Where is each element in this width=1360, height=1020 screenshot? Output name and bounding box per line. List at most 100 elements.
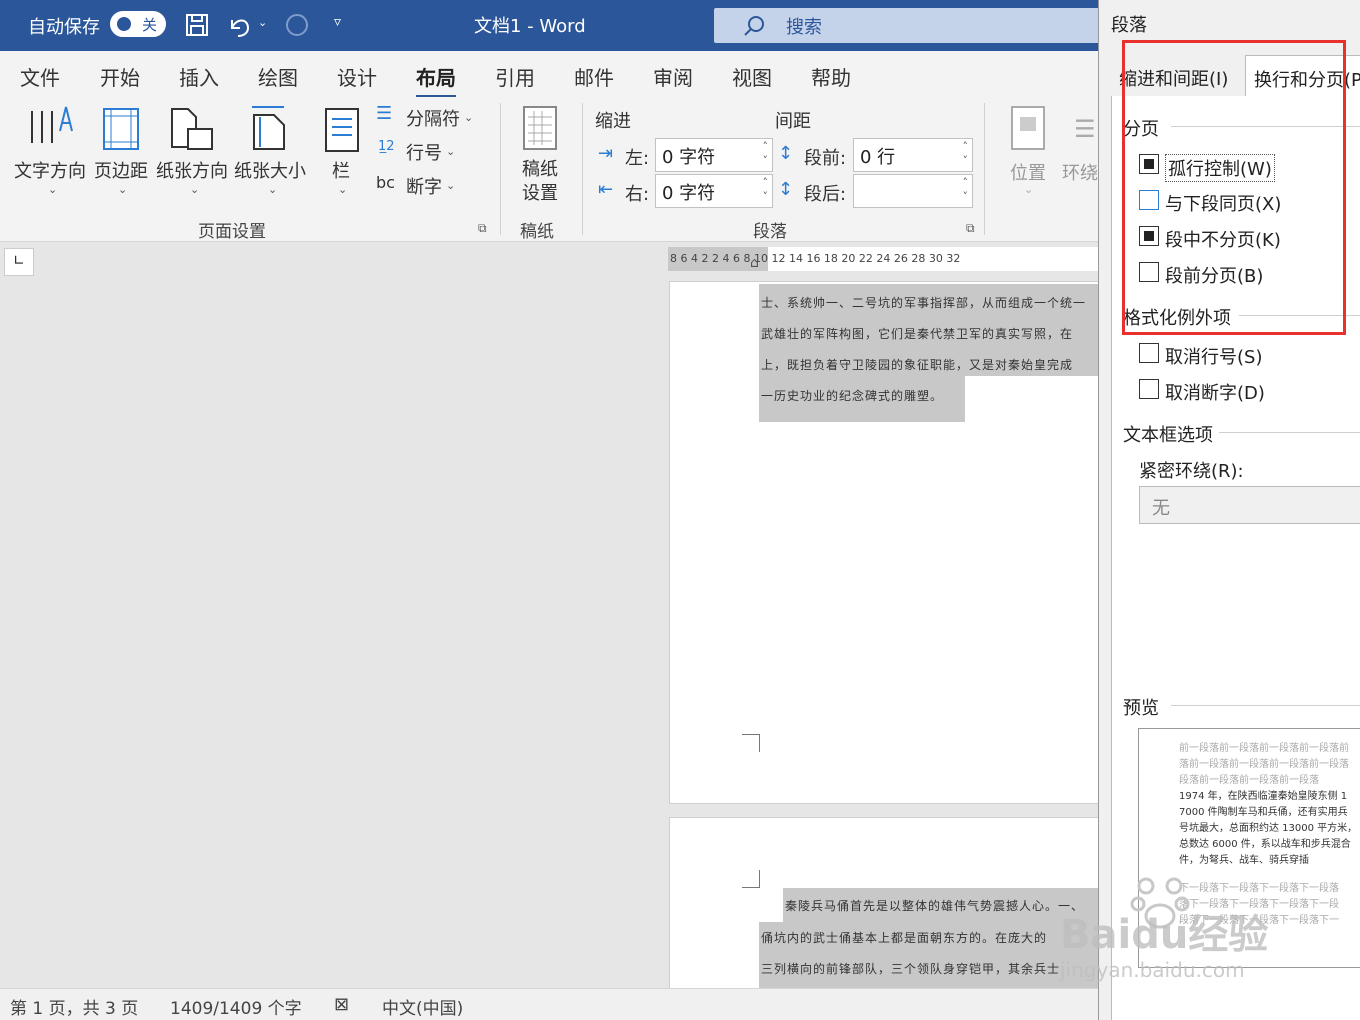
menu-design[interactable]: 设计 bbox=[337, 62, 377, 91]
word-count[interactable]: 1409/1409 个字 bbox=[170, 994, 302, 1019]
spacing-after-label: 段后: bbox=[804, 184, 847, 205]
paragraph-line: 一历史功业的纪念碑式的雕塑。 bbox=[761, 389, 944, 403]
chevron-down-icon: ⌄ bbox=[268, 183, 278, 196]
dialog-launcher-icon[interactable]: ⧉ bbox=[478, 221, 487, 236]
paragraph-group-label: 段落 bbox=[753, 222, 787, 242]
columns-button[interactable]: 栏 ⌄ bbox=[318, 103, 366, 203]
indent-left-icon: ⇥ bbox=[598, 143, 614, 164]
columns-icon bbox=[325, 108, 359, 152]
indent-left-label: 左: bbox=[625, 148, 650, 169]
margins-button[interactable]: 页边距 ⌄ bbox=[94, 103, 154, 203]
menu-layout[interactable]: 布局 bbox=[416, 62, 456, 98]
hyphenation-icon: bc bbox=[376, 173, 395, 192]
spin-arrows-icon[interactable]: ˄ ˅ bbox=[763, 176, 769, 204]
menu-references[interactable]: 引用 bbox=[495, 62, 535, 91]
draft-group-label: 稿纸 bbox=[520, 222, 554, 242]
margins-label: 页边距 bbox=[94, 161, 148, 182]
draft-paper-button[interactable]: 稿纸 设置 bbox=[512, 103, 568, 204]
spacing-after-input[interactable]: ˄ ˅ bbox=[853, 174, 973, 208]
indent-marker-icon[interactable]: ⌂ bbox=[750, 255, 759, 271]
language[interactable]: 中文(中国) bbox=[382, 994, 463, 1019]
dont-hyphenate-label[interactable]: 取消断字(D) bbox=[1165, 379, 1265, 405]
paragraph-line: 上，既担负着守卫陵园的象征职能，又是对秦始皇完成 bbox=[761, 358, 1074, 372]
indent-left-input[interactable]: 0 字符 ˄ ˅ bbox=[655, 138, 773, 172]
proofing-icon[interactable]: ⊠ bbox=[334, 994, 349, 1015]
indent-right-value: 0 字符 bbox=[662, 183, 716, 204]
breaks-label: 分隔符 bbox=[406, 109, 460, 130]
paragraph-line: 士、系统帅一、二号坑的军事指挥部，从而组成一个统一 bbox=[761, 296, 1087, 310]
document-title: 文档1 - Word bbox=[474, 16, 586, 37]
watermark-url: jingyan.baidu.com bbox=[1060, 958, 1245, 982]
watermark-brand: Baidu经验 bbox=[1060, 912, 1269, 958]
text-direction-label: 文字方向 bbox=[14, 161, 86, 182]
size-label: 纸张大小 bbox=[234, 161, 306, 182]
margin-corner-mark bbox=[742, 734, 760, 752]
spacing-after-icon: ↕ bbox=[778, 179, 794, 200]
wrap-text-button[interactable]: ☰ 环绕 bbox=[1060, 103, 1100, 203]
tight-wrap-value: 无 bbox=[1152, 498, 1170, 519]
position-button[interactable]: 位置 ⌄ bbox=[1000, 103, 1056, 203]
margins-icon bbox=[103, 108, 139, 150]
tab-selector-icon[interactable]: ∟ bbox=[4, 248, 34, 276]
preview-heading: 预览 bbox=[1123, 698, 1159, 719]
menu-draw[interactable]: 绘图 bbox=[258, 62, 298, 91]
suppress-line-numbers-checkbox[interactable] bbox=[1139, 343, 1159, 363]
menu-bar: 文件 开始 插入 绘图 设计 布局 引用 邮件 审阅 视图 帮助 bbox=[0, 51, 1100, 98]
line-numbers-label: 行号 bbox=[406, 143, 442, 164]
menu-view[interactable]: 视图 bbox=[732, 62, 772, 91]
columns-label: 栏 bbox=[332, 161, 350, 182]
indent-right-input[interactable]: 0 字符 ˄ ˅ bbox=[655, 174, 773, 208]
horizontal-ruler[interactable]: 8 6 4 2 2 4 6 8 10 12 14 16 18 20 22 24 … bbox=[668, 247, 1100, 271]
tight-wrap-select[interactable]: 无 bbox=[1139, 486, 1360, 524]
breaks-button[interactable]: ☰ 分隔符 ⌄ bbox=[376, 103, 480, 133]
text-direction-button[interactable]: 文字方向 ⌄ bbox=[12, 103, 90, 203]
spacing-before-label: 段前: bbox=[804, 148, 847, 169]
breaks-icon: ☰ bbox=[376, 103, 393, 124]
undo-icon[interactable] bbox=[226, 12, 252, 38]
dialog-launcher-icon[interactable]: ⧉ bbox=[966, 221, 975, 236]
menu-mailings[interactable]: 邮件 bbox=[574, 62, 614, 91]
indent-right-label: 右: bbox=[625, 184, 650, 205]
redo-icon[interactable] bbox=[284, 12, 310, 38]
search-placeholder: 搜索 bbox=[786, 17, 822, 38]
customize-toolbar-icon[interactable]: ▿ bbox=[334, 14, 341, 30]
indent-left-value: 0 字符 bbox=[662, 147, 716, 168]
ruler-numbers: 8 6 4 2 2 4 6 8 10 12 14 16 18 20 22 24 … bbox=[670, 252, 961, 265]
autosave-label: 自动保存 bbox=[28, 17, 100, 38]
divider bbox=[1171, 705, 1360, 706]
page-1[interactable]: 士、系统帅一、二号坑的军事指挥部，从而组成一个统一 武雄壮的军阵构图，它们是秦代… bbox=[669, 281, 1101, 804]
autosave-toggle[interactable]: 关 bbox=[110, 11, 166, 37]
chevron-down-icon: ⌄ bbox=[446, 179, 456, 192]
suppress-line-numbers-label[interactable]: 取消行号(S) bbox=[1165, 343, 1262, 369]
page-2[interactable]: 秦陵兵马俑首先是以整体的雄伟气势震撼人心。一、 俑坑内的武士俑基本上都是面朝东方… bbox=[669, 817, 1101, 993]
menu-file[interactable]: 文件 bbox=[20, 62, 60, 91]
dont-hyphenate-checkbox[interactable] bbox=[1139, 379, 1159, 399]
menu-help[interactable]: 帮助 bbox=[811, 62, 851, 91]
divider bbox=[1219, 432, 1360, 433]
hyphenation-button[interactable]: bc 断字 ⌄ bbox=[376, 171, 466, 201]
spacing-before-icon: ↕ bbox=[778, 143, 794, 164]
line-numbers-button[interactable]: 1̲2 行号 ⌄ bbox=[376, 137, 466, 167]
spin-arrows-icon[interactable]: ˄ ˅ bbox=[963, 140, 969, 168]
menu-review[interactable]: 审阅 bbox=[653, 62, 693, 91]
orientation-label: 纸张方向 bbox=[156, 161, 228, 182]
dialog-title: 段落 bbox=[1111, 15, 1147, 36]
undo-dropdown-icon[interactable]: ⌄ bbox=[258, 16, 267, 29]
orientation-button[interactable]: 纸张方向 ⌄ bbox=[156, 103, 232, 203]
preview-body-text: 7000 件陶制车马和兵俑，还有实用兵 bbox=[1179, 807, 1348, 818]
menu-home[interactable]: 开始 bbox=[100, 62, 140, 91]
page-count[interactable]: 第 1 页，共 3 页 bbox=[10, 994, 138, 1019]
spacing-before-value: 0 行 bbox=[860, 147, 896, 168]
search-box[interactable]: 搜索 bbox=[714, 8, 1104, 43]
save-icon[interactable] bbox=[185, 13, 209, 37]
menu-insert[interactable]: 插入 bbox=[179, 62, 219, 91]
wrap-text-icon: ☰ bbox=[1074, 115, 1096, 143]
text-direction-icon bbox=[31, 106, 73, 143]
separator bbox=[984, 103, 985, 235]
spacing-label: 间距 bbox=[775, 111, 811, 132]
hyphenation-label: 断字 bbox=[406, 177, 442, 198]
spin-arrows-icon[interactable]: ˄ ˅ bbox=[963, 176, 969, 204]
spin-arrows-icon[interactable]: ˄ ˅ bbox=[763, 140, 769, 168]
size-button[interactable]: 纸张大小 ⌄ bbox=[234, 103, 310, 203]
spacing-before-input[interactable]: 0 行 ˄ ˅ bbox=[853, 138, 973, 172]
